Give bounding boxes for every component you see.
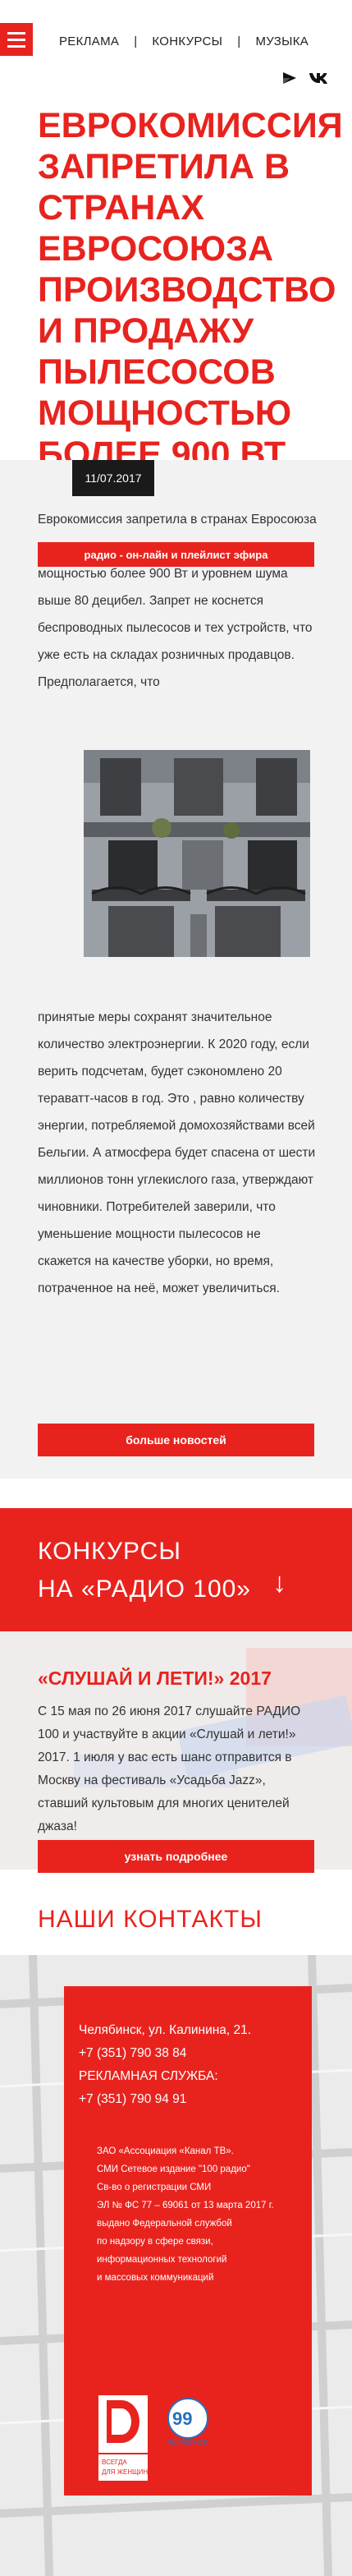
legal-line: ЗАО «Ассоциация «Канал ТВ».	[97, 2146, 234, 2156]
contests-heading: КОНКУРСЫ НА «РАДИО 100»	[38, 1533, 251, 1608]
nav-item-music[interactable]: МУЗЫКА	[255, 34, 309, 48]
legal-line: и массовых коммуникаций	[97, 2273, 214, 2283]
legal-line: выдано Федеральной службой	[97, 2219, 232, 2229]
address: Челябинск, ул. Калинина, 21.	[79, 2023, 252, 2037]
nav-item-ads[interactable]: РЕКЛАМА	[59, 34, 119, 48]
nav-item-contests[interactable]: КОНКУРСЫ	[152, 34, 222, 48]
contest-description: С 15 мая по 26 июня 2017 слушайте РАДИО …	[38, 1704, 301, 1833]
legal-info: ЗАО «Ассоциация «Канал ТВ». СМИ Сетевое …	[97, 2142, 312, 2287]
menu-icon[interactable]	[0, 23, 33, 56]
radio-online-bar[interactable]: радио - он-лайн и плейлист эфира	[38, 542, 314, 567]
ads-label: РЕКЛАМНАЯ СЛУЖБА:	[79, 2069, 218, 2083]
legal-line: информационных технологий	[97, 2255, 227, 2265]
nav-separator: |	[134, 34, 138, 48]
learn-more-button[interactable]: узнать подробнее	[38, 1840, 314, 1873]
social-links	[281, 71, 330, 85]
article-date: 11/07.2017	[72, 460, 154, 496]
play-icon[interactable]	[281, 71, 299, 85]
phone[interactable]: +7 (351) 790 94 91	[79, 2088, 251, 2111]
phone[interactable]: +7 (351) 790 38 84	[79, 2042, 251, 2065]
legal-line: ЭЛ № ФС 77 – 69061 от 13 марта 2017 г.	[97, 2201, 274, 2210]
article-photo	[84, 750, 310, 957]
article-paragraph: Еврокомиссия запретила в странах Евросою…	[38, 513, 317, 689]
domashny-logo[interactable]: ВСЕГДА ДЛЯ ЖЕНЩИН	[98, 2395, 148, 2481]
more-news-button[interactable]: больше новостей	[38, 1424, 314, 1456]
contacts-heading: НАШИ КОНТАКТЫ	[38, 1906, 263, 1933]
article-title: ЕВРОКОМИССИЯ ЗАПРЕТИЛА В СТРАНАХ ЕВРОСОЮ…	[38, 106, 343, 474]
article-paragraph: принятые меры сохранят значительное коли…	[38, 1010, 316, 1295]
contest-title: «СЛУШАЙ И ЛЕТИ!» 2017	[38, 1668, 272, 1689]
svg-text:99: 99	[172, 2408, 192, 2429]
nav-separator: |	[237, 34, 241, 48]
svg-text:ДЛЯ ЖЕНЩИН: ДЛЯ ЖЕНЩИН	[102, 2468, 148, 2476]
legal-line: по надзору в сфере связи,	[97, 2237, 213, 2247]
site-header: РЕКЛАМА | КОНКУРСЫ | МУЗЫКА	[0, 0, 352, 85]
arrow-down-icon: ↓	[272, 1567, 286, 1598]
svg-text:ВСЕГДА: ВСЕГДА	[102, 2459, 127, 2466]
top-nav: РЕКЛАМА | КОНКУРСЫ | МУЗЫКА	[59, 34, 309, 48]
contests-heading-line: КОНКУРСЫ	[38, 1538, 181, 1565]
vk-icon[interactable]	[309, 71, 330, 85]
contact-info: Челябинск, ул. Калинина, 21. +7 (351) 79…	[79, 2019, 251, 2111]
legal-line: Св-во о регистрации СМИ	[97, 2183, 212, 2192]
legal-line: СМИ Сетевое издание "100 радио"	[97, 2164, 250, 2174]
svg-text:ЧЕЛЯБИНСК: ЧЕЛЯБИНСК	[167, 2439, 208, 2446]
radio-logo[interactable]: 99 ЧЕЛЯБИНСК	[161, 2397, 215, 2446]
contests-heading-line: НА «РАДИО 100»	[38, 1576, 251, 1603]
